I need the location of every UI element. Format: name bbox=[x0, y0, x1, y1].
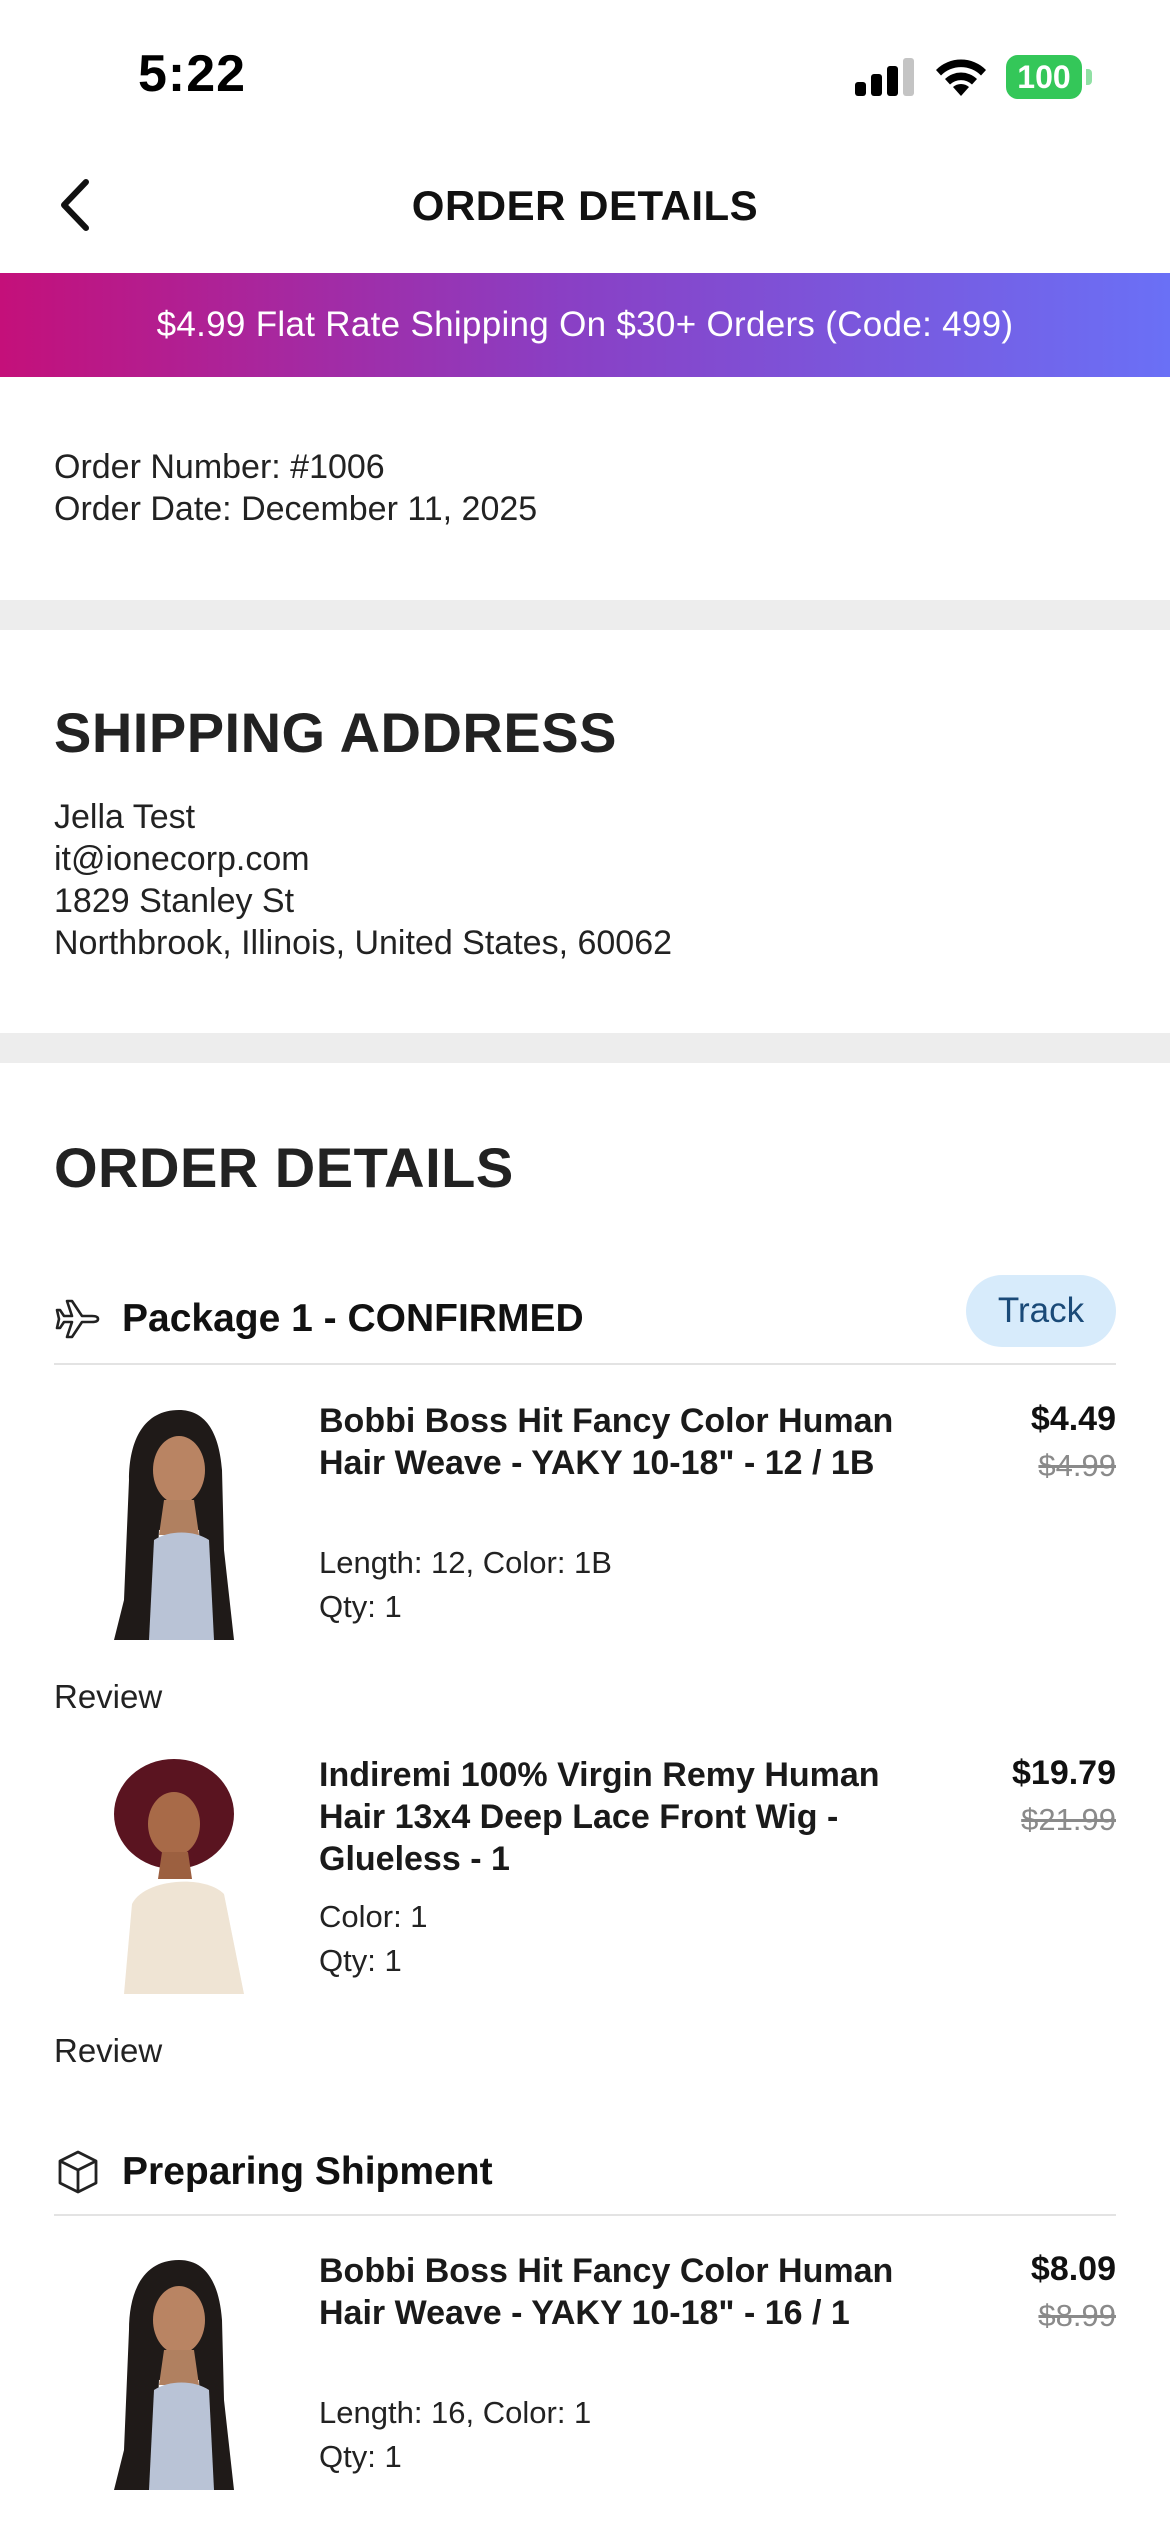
address-city-line: Northbrook, Illinois, United States, 600… bbox=[54, 924, 673, 962]
review-link[interactable]: Review bbox=[54, 1678, 162, 1716]
product-image bbox=[84, 1754, 274, 1994]
order-date: Order Date: December 11, 2025 bbox=[54, 490, 538, 528]
battery-icon: 100 bbox=[1006, 55, 1092, 99]
order-meta: Order Number: #1006 Order Date: December… bbox=[54, 446, 537, 530]
order-details-heading: ORDER DETAILS bbox=[54, 1136, 514, 1199]
item-quantity: Qty: 1 bbox=[319, 2439, 402, 2474]
navigation-header: ORDER DETAILS bbox=[0, 150, 1170, 265]
status-bar: 5:22 100 bbox=[0, 0, 1170, 140]
product-image bbox=[84, 1400, 274, 1640]
track-button[interactable]: Track bbox=[966, 1275, 1116, 1347]
item-original-price: $8.99 bbox=[1038, 2298, 1116, 2333]
order-item[interactable]: Bobbi Boss Hit Fancy Color Human Hair We… bbox=[54, 1400, 1116, 1640]
package-title: Package 1 - CONFIRMED bbox=[122, 1297, 584, 1340]
address-street: 1829 Stanley St bbox=[54, 882, 295, 920]
battery-level: 100 bbox=[1006, 55, 1082, 99]
item-variant: Length: 16, Color: 1 bbox=[319, 2395, 592, 2430]
status-time: 5:22 bbox=[138, 45, 247, 103]
package-title: Preparing Shipment bbox=[122, 2150, 493, 2193]
item-variant: Color: 1 bbox=[319, 1899, 428, 1934]
wifi-icon bbox=[936, 59, 986, 96]
promo-text: $4.99 Flat Rate Shipping On $30+ Orders … bbox=[156, 305, 1014, 344]
item-quantity: Qty: 1 bbox=[319, 1589, 402, 1624]
item-price: $8.09 bbox=[1030, 2250, 1116, 2288]
section-divider bbox=[0, 600, 1170, 630]
product-image bbox=[84, 2250, 274, 2490]
airplane-icon bbox=[55, 1299, 100, 1339]
shipping-address-heading: SHIPPING ADDRESS bbox=[54, 701, 617, 764]
package-header: Preparing Shipment bbox=[54, 2128, 1116, 2216]
recipient-email: it@ionecorp.com bbox=[54, 840, 310, 878]
item-quantity: Qty: 1 bbox=[319, 1943, 402, 1978]
package-header: Package 1 - CONFIRMED Track bbox=[54, 1275, 1116, 1365]
promo-banner[interactable]: $4.99 Flat Rate Shipping On $30+ Orders … bbox=[0, 273, 1170, 377]
item-name: Bobbi Boss Hit Fancy Color Human Hair We… bbox=[319, 1402, 894, 1482]
review-link[interactable]: Review bbox=[54, 2032, 162, 2070]
shipping-address: Jella Test it@ionecorp.com 1829 Stanley … bbox=[54, 796, 672, 964]
item-name: Bobbi Boss Hit Fancy Color Human Hair We… bbox=[319, 2252, 894, 2332]
section-divider bbox=[0, 1033, 1170, 1063]
order-number: Order Number: #1006 bbox=[54, 448, 385, 486]
order-item[interactable]: Indiremi 100% Virgin Remy Human Hair 13x… bbox=[54, 1754, 1116, 1994]
item-price: $4.49 bbox=[1030, 1400, 1116, 1438]
item-price: $19.79 bbox=[1012, 1754, 1116, 1792]
item-name: Indiremi 100% Virgin Remy Human Hair 13x… bbox=[319, 1756, 880, 1878]
page-title: ORDER DETAILS bbox=[411, 182, 759, 229]
cellular-signal-icon bbox=[855, 58, 915, 96]
order-item[interactable]: Bobbi Boss Hit Fancy Color Human Hair We… bbox=[54, 2250, 1116, 2490]
item-variant: Length: 12, Color: 1B bbox=[319, 1545, 612, 1580]
package-box-icon bbox=[58, 2150, 98, 2194]
item-original-price: $21.99 bbox=[1021, 1802, 1116, 1837]
item-original-price: $4.99 bbox=[1038, 1448, 1116, 1483]
recipient-name: Jella Test bbox=[54, 798, 196, 836]
